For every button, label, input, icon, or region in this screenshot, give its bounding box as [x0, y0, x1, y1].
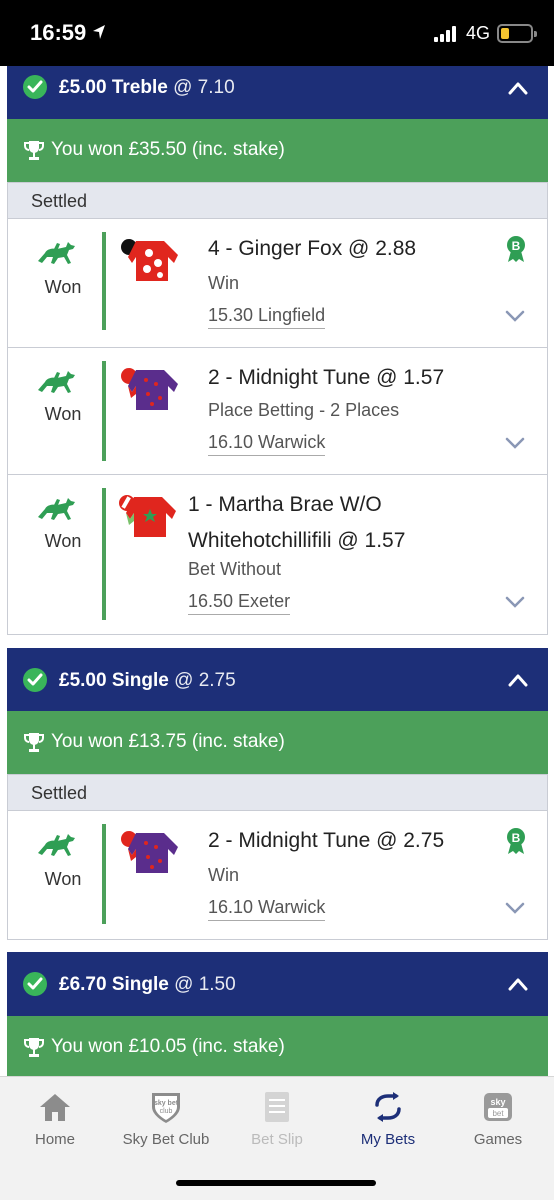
jockey-silk-icon	[118, 491, 178, 544]
tab-my-bets-label: My Bets	[360, 1131, 416, 1148]
racehorse-icon	[36, 239, 76, 272]
bet-title: £6.70 Single @ 1.50	[59, 974, 236, 995]
chevron-down-icon[interactable]	[505, 436, 525, 454]
trophy-icon	[24, 732, 44, 759]
won-amount-text: You won £35.50 (inc. stake)	[51, 139, 285, 160]
selection-name: 4 - Ginger Fox @ 2.88	[208, 237, 417, 260]
settled-header: Settled	[7, 182, 548, 219]
racehorse-icon	[36, 368, 76, 401]
network-type: 4G	[466, 23, 491, 43]
market-name: Win	[208, 865, 239, 885]
selection-name-line2: Whitehotchillifili @ 1.57	[188, 529, 406, 552]
bet-header[interactable]: £5.00 Treble @ 7.10	[7, 66, 548, 119]
result-bar	[102, 232, 106, 330]
settled-label: Settled	[31, 783, 88, 803]
market-name: Bet Without	[188, 559, 282, 579]
tab-games-label: Games	[473, 1131, 523, 1148]
settled-check-icon	[23, 668, 47, 692]
selection-row[interactable]: Won 1 - Martha Brae W/O Whitehotchillifi…	[7, 475, 548, 635]
chevron-down-icon[interactable]	[505, 595, 525, 613]
bet-header[interactable]: £5.00 Single @ 2.75	[7, 648, 548, 711]
result-bar	[102, 488, 106, 620]
my-bets-list[interactable]: £5.00 Treble @ 7.10 You won £35.50 (inc.…	[0, 66, 554, 1076]
event-link[interactable]: 16.10 Warwick	[208, 432, 326, 456]
tab-my-bets[interactable]: My Bets	[333, 1089, 443, 1148]
racehorse-icon	[36, 831, 76, 864]
selection-row[interactable]: Won 4 - Ginger Fox @ 2.88 Win 15.30 Ling…	[7, 219, 548, 348]
chevron-up-icon[interactable]	[508, 673, 528, 692]
selection-row[interactable]: Won 2 - Midnight Tune @ 2.75 Win 16.10 W…	[7, 811, 548, 940]
svg-text:B: B	[512, 831, 521, 845]
svg-text:bet: bet	[492, 1109, 504, 1118]
boost-badge-icon: B	[505, 235, 527, 268]
racehorse-icon	[36, 495, 76, 528]
tab-home-label: Home	[34, 1131, 75, 1148]
event-link[interactable]: 15.30 Lingfield	[208, 305, 326, 329]
tab-sky-bet-club[interactable]: sky bet club Sky Bet Club	[111, 1089, 221, 1148]
won-amount-text: You won £10.05 (inc. stake)	[51, 1036, 285, 1057]
svg-text:club: club	[160, 1108, 173, 1115]
selection-name: 2 - Midnight Tune @ 2.75	[208, 829, 445, 852]
result-label: Won	[44, 404, 82, 424]
bet-slip-icon	[222, 1089, 332, 1125]
battery-icon	[497, 24, 537, 43]
result-label: Won	[44, 531, 82, 551]
status-bar: 16:59 4G	[0, 0, 554, 66]
boost-badge-icon: B	[505, 827, 527, 860]
sky-bet-club-icon: sky bet club	[111, 1089, 221, 1125]
svg-text:sky bet: sky bet	[154, 1100, 179, 1107]
jockey-silk-icon	[120, 827, 180, 880]
event-link[interactable]: 16.50 Exeter	[188, 591, 291, 615]
tab-bet-slip-label: Bet Slip	[251, 1131, 303, 1148]
bet-title: £5.00 Single @ 2.75	[59, 670, 236, 691]
won-banner: You won £13.75 (inc. stake)	[7, 711, 548, 774]
jockey-silk-icon	[120, 235, 180, 288]
chevron-up-icon[interactable]	[508, 81, 528, 100]
trophy-icon	[24, 1037, 44, 1064]
settled-check-icon	[23, 972, 47, 996]
selection-row[interactable]: Won 2 - Midnight Tune @ 1.57 Place Betti…	[7, 348, 548, 475]
trophy-icon	[24, 140, 44, 167]
tab-games[interactable]: sky bet Games	[443, 1089, 553, 1148]
svg-text:sky: sky	[490, 1097, 505, 1107]
market-name: Win	[208, 273, 239, 293]
won-banner: You won £10.05 (inc. stake)	[7, 1016, 548, 1076]
chevron-down-icon[interactable]	[505, 901, 525, 919]
location-arrow-icon	[92, 24, 106, 45]
chevron-down-icon[interactable]	[505, 309, 525, 327]
settled-check-icon	[23, 75, 47, 99]
home-indicator[interactable]	[176, 1180, 376, 1186]
settled-header: Settled	[7, 774, 548, 811]
sky-bet-games-icon: sky bet	[443, 1089, 553, 1125]
event-link[interactable]: 16.10 Warwick	[208, 897, 326, 921]
chevron-up-icon[interactable]	[508, 977, 528, 996]
selection-name: 2 - Midnight Tune @ 1.57	[208, 366, 445, 389]
result-label: Won	[44, 277, 82, 297]
result-bar	[102, 361, 106, 461]
cellular-signal-icon	[434, 26, 456, 42]
svg-text:B: B	[512, 239, 521, 253]
result-label: Won	[44, 869, 82, 889]
won-banner: You won £35.50 (inc. stake)	[7, 119, 548, 182]
bet-header[interactable]: £6.70 Single @ 1.50	[7, 952, 548, 1016]
jockey-silk-icon	[120, 364, 180, 417]
status-time: 16:59	[30, 20, 87, 45]
selection-name-line1: 1 - Martha Brae W/O	[188, 493, 382, 516]
won-amount-text: You won £13.75 (inc. stake)	[51, 731, 285, 752]
settled-label: Settled	[31, 191, 88, 211]
tab-bet-slip[interactable]: Bet Slip	[222, 1089, 332, 1148]
home-icon	[0, 1089, 110, 1125]
bet-title: £5.00 Treble @ 7.10	[59, 77, 235, 98]
market-name: Place Betting - 2 Places	[208, 400, 400, 420]
tab-home[interactable]: Home	[0, 1089, 110, 1148]
result-bar	[102, 824, 106, 924]
refresh-arrows-icon	[333, 1089, 443, 1125]
tab-sky-bet-club-label: Sky Bet Club	[122, 1131, 210, 1148]
